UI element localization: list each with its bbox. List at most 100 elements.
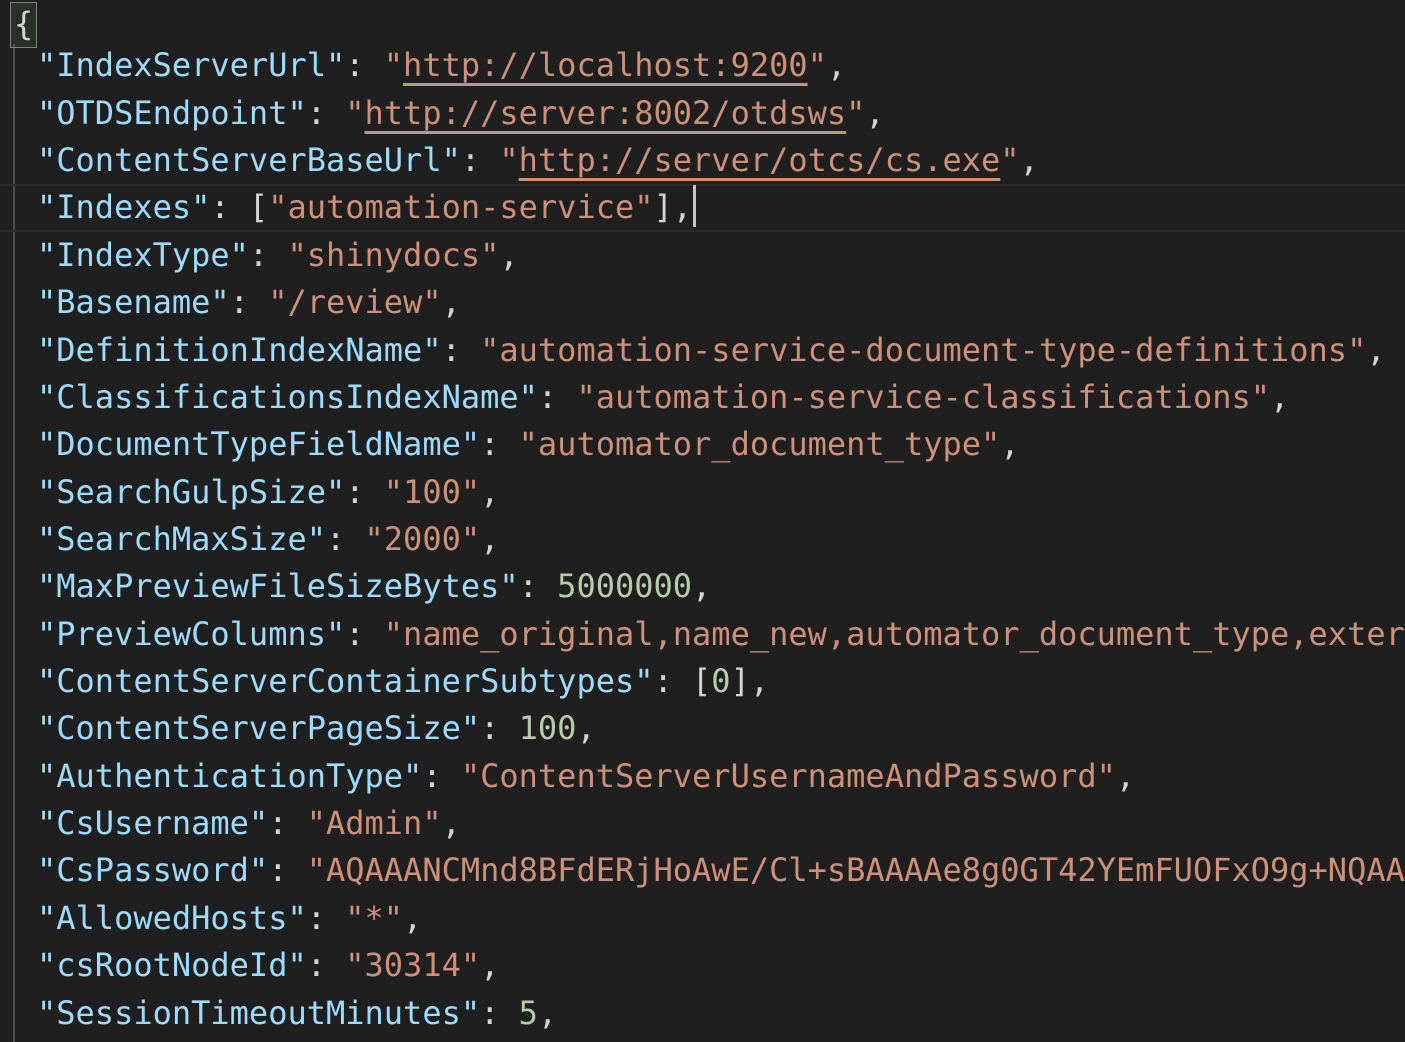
code-line[interactable]: "AllowedHosts": "*",: [0, 895, 1405, 942]
token-string: "2000": [365, 520, 481, 558]
token-punctuation: ,: [499, 236, 518, 274]
token-punctuation: :: [345, 615, 384, 653]
token-string: ": [808, 46, 827, 84]
token-key: "DocumentTypeFieldName": [37, 425, 480, 463]
token-key: "ContentServerContainerSubtypes": [37, 662, 654, 700]
token-string: "AQAAANCMnd8BFdERjHoAwE/Cl+sBAAAAe8g0GT4…: [307, 851, 1405, 889]
token-key: "ContentServerPageSize": [37, 709, 480, 747]
code-line[interactable]: "SearchGulpSize": "100",: [0, 469, 1405, 516]
token-key: "DefinitionIndexName": [37, 331, 442, 369]
code-line[interactable]: "ContentServerBaseUrl": "http://server/o…: [0, 137, 1405, 184]
token-punctuation: ,: [1116, 757, 1135, 795]
token-punctuation: ,: [480, 473, 499, 511]
code-line[interactable]: "PreviewColumns": "name_original,name_ne…: [0, 611, 1405, 658]
token-key: "Indexes": [37, 188, 210, 226]
token-punctuation: ],: [654, 188, 693, 226]
token-punctuation: ,: [480, 946, 499, 984]
code-area[interactable]: {"IndexServerUrl": "http://localhost:920…: [0, 0, 1405, 1037]
token-number: 5: [519, 994, 538, 1032]
token-punctuation: :: [249, 236, 288, 274]
code-line[interactable]: "ClassificationsIndexName": "automation-…: [0, 374, 1405, 421]
token-punctuation: :: [230, 283, 269, 321]
token-url[interactable]: http://localhost:9200: [403, 46, 808, 84]
token-string: "*": [345, 899, 403, 937]
token-punctuation: :: [345, 473, 384, 511]
token-key: "CsPassword": [37, 851, 268, 889]
token-string: "automation-service-document-type-defini…: [480, 331, 1366, 369]
token-punctuation: : [: [654, 662, 712, 700]
token-punctuation: :: [345, 46, 384, 84]
code-line[interactable]: "SessionTimeoutMinutes": 5,: [0, 990, 1405, 1037]
token-string: "automator_document_type": [519, 425, 1001, 463]
code-line[interactable]: "DocumentTypeFieldName": "automator_docu…: [0, 421, 1405, 468]
token-key: "SearchMaxSize": [37, 520, 326, 558]
token-punctuation: :: [422, 757, 461, 795]
token-key: "ClassificationsIndexName": [37, 378, 538, 416]
code-line[interactable]: "ContentServerContainerSubtypes": [0],: [0, 658, 1405, 705]
token-punctuation: :: [268, 804, 307, 842]
token-string: "30314": [345, 946, 480, 984]
token-punctuation: ,: [1020, 141, 1039, 179]
token-punctuation: ,: [1000, 425, 1019, 463]
token-string: "shinydocs": [287, 236, 499, 274]
code-line-current[interactable]: "Indexes": ["automation-service"],: [0, 184, 1405, 231]
code-line[interactable]: "Basename": "/review",: [0, 279, 1405, 326]
token-punctuation: :: [307, 946, 346, 984]
code-line[interactable]: "CsPassword": "AQAAANCMnd8BFdERjHoAwE/Cl…: [0, 847, 1405, 894]
code-editor[interactable]: {"IndexServerUrl": "http://localhost:920…: [0, 0, 1405, 1042]
token-string: ": [345, 94, 364, 132]
token-key: "AuthenticationType": [37, 757, 422, 795]
token-string: "Admin": [307, 804, 442, 842]
token-punctuation: ],: [731, 662, 770, 700]
code-line[interactable]: "DefinitionIndexName": "automation-servi…: [0, 327, 1405, 374]
token-key: "PreviewColumns": [37, 615, 345, 653]
code-line[interactable]: "csRootNodeId": "30314",: [0, 942, 1405, 989]
token-key: "SessionTimeoutMinutes": [37, 994, 480, 1032]
token-punctuation: :: [307, 899, 346, 937]
token-string: "automation-service-classifications": [576, 378, 1270, 416]
token-punctuation: :: [480, 425, 519, 463]
token-key: "AllowedHosts": [37, 899, 307, 937]
token-punctuation: ,: [442, 283, 461, 321]
token-punctuation: :: [461, 141, 500, 179]
token-key: "IndexServerUrl": [37, 46, 345, 84]
code-line[interactable]: {: [0, 0, 1405, 42]
token-string: ": [384, 46, 403, 84]
code-line[interactable]: "OTDSEndpoint": "http://server:8002/otds…: [0, 90, 1405, 137]
token-string: "ContentServerUsernameAndPassword": [461, 757, 1116, 795]
code-line[interactable]: "AuthenticationType": "ContentServerUser…: [0, 753, 1405, 800]
token-key: "SearchGulpSize": [37, 473, 345, 511]
token-punctuation: :: [519, 567, 558, 605]
token-key: "csRootNodeId": [37, 946, 307, 984]
token-string: ": [846, 94, 865, 132]
code-line[interactable]: "ContentServerPageSize": 100,: [0, 705, 1405, 752]
token-punctuation: :: [480, 994, 519, 1032]
token-string: "/review": [268, 283, 441, 321]
token-number: 5000000: [557, 567, 692, 605]
code-line[interactable]: "SearchMaxSize": "2000",: [0, 516, 1405, 563]
token-punctuation: ,: [827, 46, 846, 84]
token-punctuation: :: [538, 378, 577, 416]
token-punctuation: :: [326, 520, 365, 558]
token-key: "CsUsername": [37, 804, 268, 842]
token-url[interactable]: http://server:8002/otdsws: [365, 94, 847, 132]
token-key: "ContentServerBaseUrl": [37, 141, 461, 179]
token-punctuation: :: [268, 851, 307, 889]
token-punctuation: ,: [1366, 331, 1385, 369]
token-key: "IndexType": [37, 236, 249, 274]
token-punctuation: ,: [865, 94, 884, 132]
token-punctuation: ,: [480, 520, 499, 558]
token-key: "OTDSEndpoint": [37, 94, 307, 132]
code-line[interactable]: "IndexType": "shinydocs",: [0, 232, 1405, 279]
token-string: "100": [384, 473, 480, 511]
code-line[interactable]: "IndexServerUrl": "http://localhost:9200…: [0, 42, 1405, 89]
token-string: "automation-service": [268, 188, 653, 226]
token-punctuation: ,: [442, 804, 461, 842]
token-url[interactable]: http://server/otcs/cs.exe: [519, 141, 1001, 179]
code-line[interactable]: "CsUsername": "Admin",: [0, 800, 1405, 847]
code-line[interactable]: "MaxPreviewFileSizeBytes": 5000000,: [0, 563, 1405, 610]
token-bracket-match: {: [10, 2, 37, 48]
token-string: ": [499, 141, 518, 179]
token-punctuation: ,: [1270, 378, 1289, 416]
token-punctuation: :: [480, 709, 519, 747]
